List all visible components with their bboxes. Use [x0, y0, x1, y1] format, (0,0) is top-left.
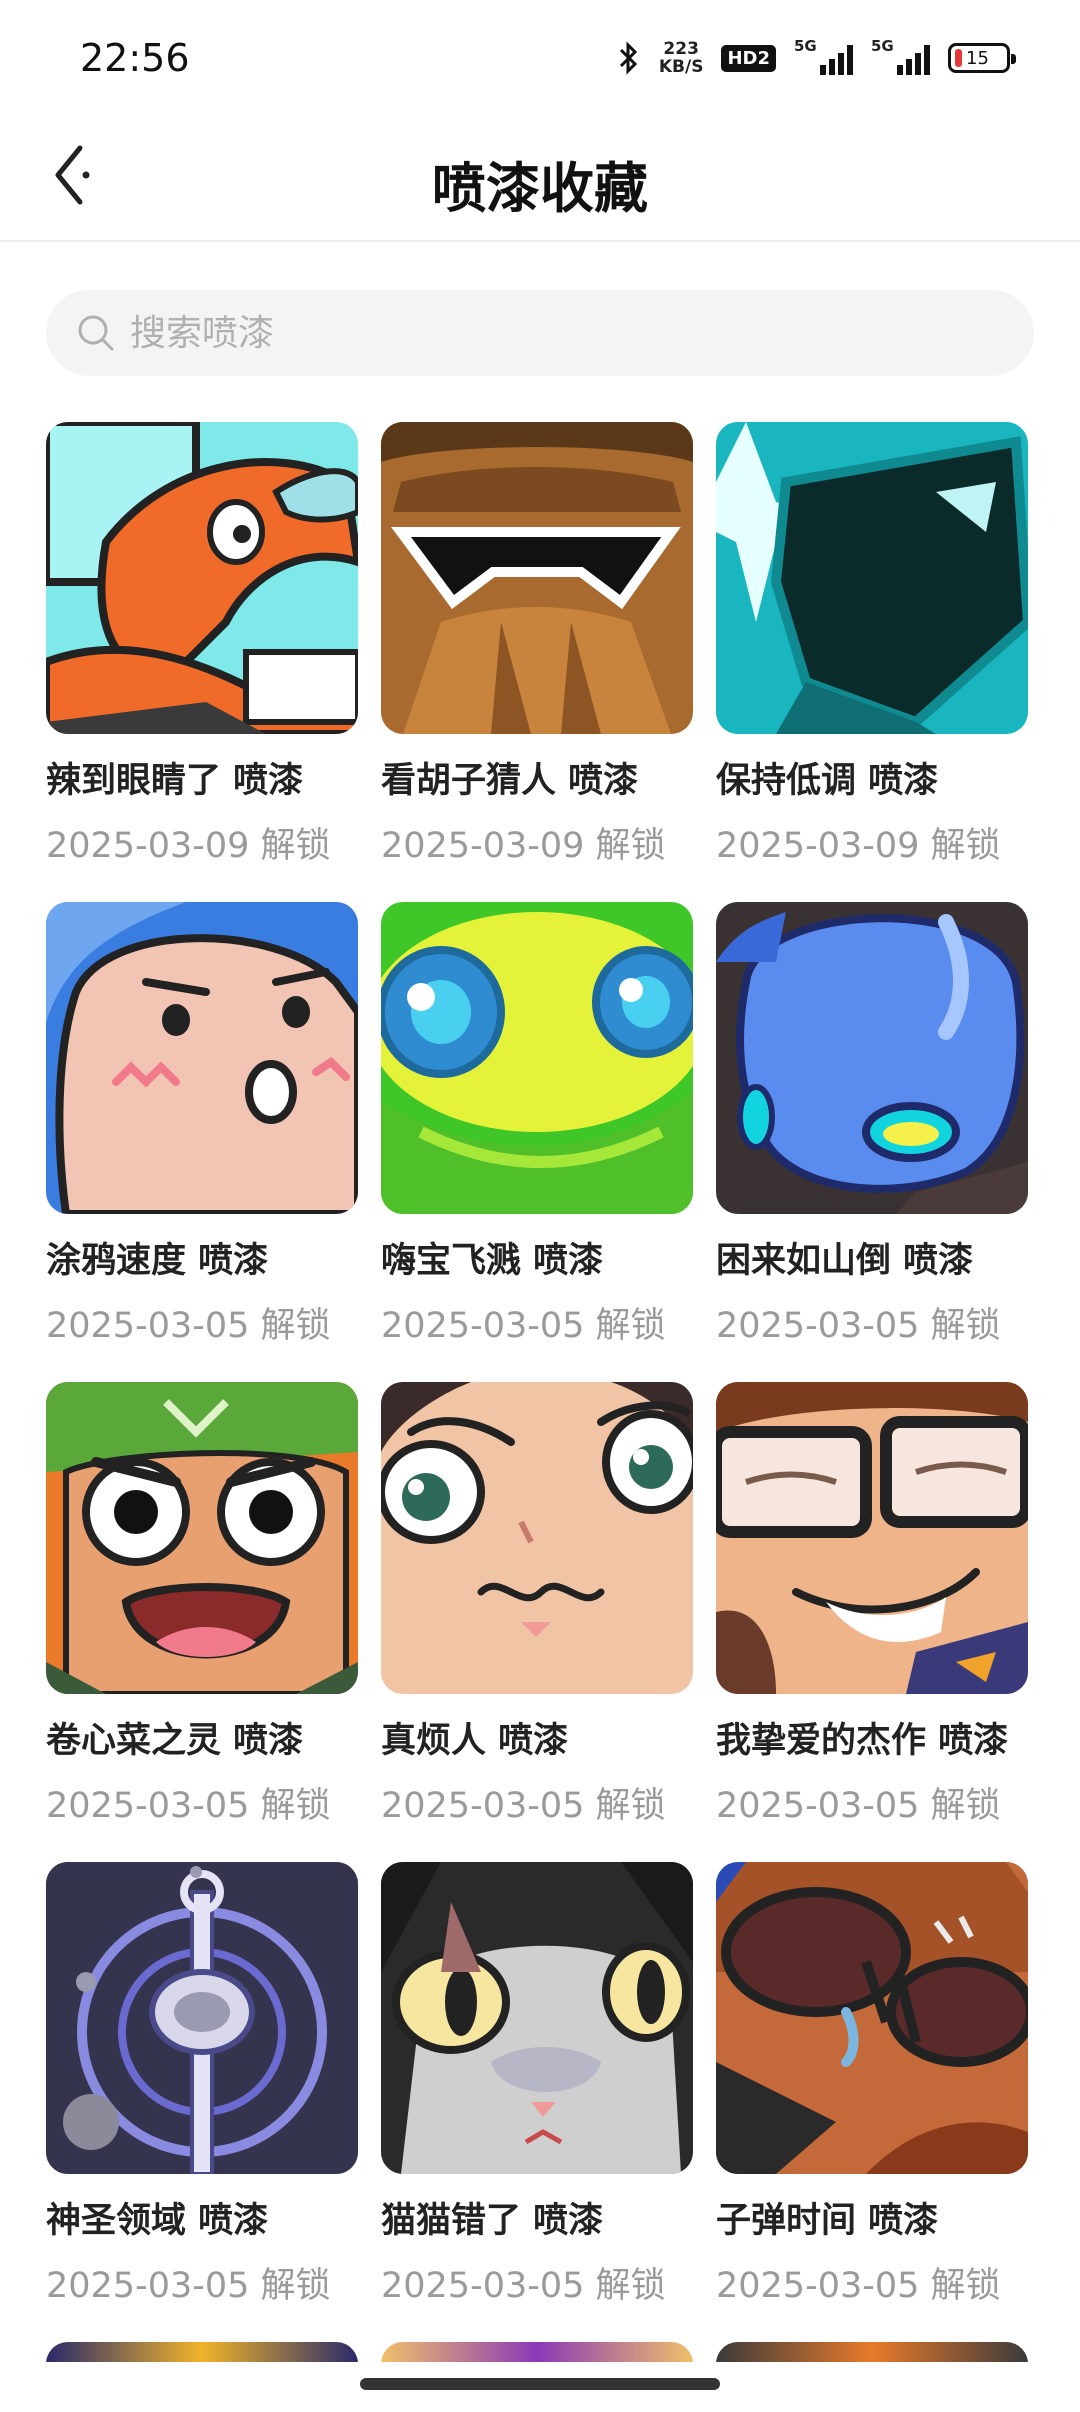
signal-icon-sim2: 5G — [871, 37, 930, 75]
header: 喷漆收藏 — [0, 120, 1080, 242]
spray-unlock-date: 2025-03-05 解锁 — [716, 1306, 1001, 1346]
spray-unlock-date: 2025-03-05 解锁 — [46, 1786, 331, 1826]
spray-card[interactable]: 神圣领域 喷漆 2025-03-05 解锁 — [46, 1862, 358, 2342]
spray-name: 保持低调 喷漆 — [716, 761, 939, 801]
spray-name: 子弹时间 喷漆 — [716, 2201, 939, 2241]
bluetooth-icon — [617, 40, 641, 76]
signal-label-sim1: 5G — [794, 37, 817, 55]
spray-card[interactable]: 嗨宝飞溅 喷漆 2025-03-05 解锁 — [381, 902, 693, 1382]
spray-card[interactable]: 子弹时间 喷漆 2025-03-05 解锁 — [716, 1862, 1028, 2342]
search-bar[interactable] — [46, 290, 1034, 376]
page-title: 喷漆收藏 — [432, 157, 648, 220]
status-bar: 22:56 223 KB/S HD2 5G 5G 15 — [0, 0, 1080, 120]
spray-thumbnail — [46, 1862, 358, 2174]
spray-thumbnail — [716, 422, 1028, 734]
hd-voice-icon: HD2 — [721, 44, 776, 72]
spray-name: 我挚爱的杰作 喷漆 — [716, 1721, 1009, 1761]
spray-thumbnail — [381, 1382, 693, 1694]
spray-name: 猫猫错了 喷漆 — [381, 2201, 604, 2241]
status-icons: 223 KB/S HD2 5G 5G 15 — [617, 37, 1016, 76]
battery-icon: 15 — [948, 43, 1016, 73]
spray-unlock-date: 2025-03-09 解锁 — [716, 826, 1001, 866]
spray-name: 卷心菜之灵 喷漆 — [46, 1721, 304, 1761]
spray-name: 真烦人 喷漆 — [381, 1721, 569, 1761]
spray-thumbnail — [716, 1382, 1028, 1694]
spray-name: 辣到眼睛了 喷漆 — [46, 761, 304, 801]
spray-unlock-date: 2025-03-05 解锁 — [46, 2266, 331, 2306]
spray-name: 神圣领域 喷漆 — [46, 2201, 269, 2241]
spray-name: 涂鸦速度 喷漆 — [46, 1241, 269, 1281]
spray-thumbnail — [46, 422, 358, 734]
spray-unlock-date: 2025-03-05 解锁 — [716, 2266, 1001, 2306]
spray-name: 嗨宝飞溅 喷漆 — [381, 1241, 604, 1281]
spray-thumbnail-partial — [716, 2342, 1028, 2362]
network-speed-unit: KB/S — [658, 57, 704, 77]
battery-level: 15 — [966, 47, 989, 69]
battery-fill — [955, 49, 962, 67]
spray-unlock-date: 2025-03-05 解锁 — [381, 1306, 666, 1346]
spray-thumbnail — [716, 1862, 1028, 2174]
spray-card[interactable]: 困来如山倒 喷漆 2025-03-05 解锁 — [716, 902, 1028, 1382]
status-time: 22:56 — [80, 36, 190, 80]
spray-unlock-date: 2025-03-09 解锁 — [46, 826, 331, 866]
spray-card[interactable]: 真烦人 喷漆 2025-03-05 解锁 — [381, 1382, 693, 1862]
spray-name: 看胡子猜人 喷漆 — [381, 761, 639, 801]
spray-unlock-date: 2025-03-05 解锁 — [716, 1786, 1001, 1826]
spray-card[interactable]: 辣到眼睛了 喷漆 2025-03-09 解锁 — [46, 422, 358, 902]
spray-thumbnail-partial — [381, 2342, 693, 2362]
next-row-preview — [46, 2342, 1036, 2362]
spray-thumbnail — [46, 1382, 358, 1694]
spray-card[interactable]: 涂鸦速度 喷漆 2025-03-05 解锁 — [46, 902, 358, 1382]
search-icon — [74, 311, 118, 355]
spray-card[interactable]: 猫猫错了 喷漆 2025-03-05 解锁 — [381, 1862, 693, 2342]
spray-card[interactable]: 我挚爱的杰作 喷漆 2025-03-05 解锁 — [716, 1382, 1028, 1862]
spray-thumbnail — [381, 1862, 693, 2174]
network-speed: 223 KB/S — [659, 40, 704, 76]
spray-thumbnail — [716, 902, 1028, 1214]
spray-card[interactable]: 卷心菜之灵 喷漆 2025-03-05 解锁 — [46, 1382, 358, 1862]
search-input[interactable] — [130, 312, 990, 354]
spray-card[interactable]: 看胡子猜人 喷漆 2025-03-09 解锁 — [381, 422, 693, 902]
spray-unlock-date: 2025-03-05 解锁 — [381, 2266, 666, 2306]
spray-unlock-date: 2025-03-05 解锁 — [381, 1786, 666, 1826]
home-indicator[interactable] — [360, 2378, 720, 2390]
signal-label-sim2: 5G — [871, 37, 894, 55]
spray-thumbnail-partial — [46, 2342, 358, 2362]
spray-grid: 辣到眼睛了 喷漆 2025-03-09 解锁 看胡子猜人 喷漆 2025-03-… — [46, 422, 1036, 2342]
signal-icon-sim1: 5G — [794, 37, 853, 75]
spray-thumbnail — [381, 422, 693, 734]
spray-card[interactable]: 保持低调 喷漆 2025-03-09 解锁 — [716, 422, 1028, 902]
spray-thumbnail — [381, 902, 693, 1214]
spray-name: 困来如山倒 喷漆 — [716, 1241, 974, 1281]
network-speed-value: 223 — [663, 39, 699, 59]
spray-unlock-date: 2025-03-09 解锁 — [381, 826, 666, 866]
spray-unlock-date: 2025-03-05 解锁 — [46, 1306, 331, 1346]
spray-thumbnail — [46, 902, 358, 1214]
